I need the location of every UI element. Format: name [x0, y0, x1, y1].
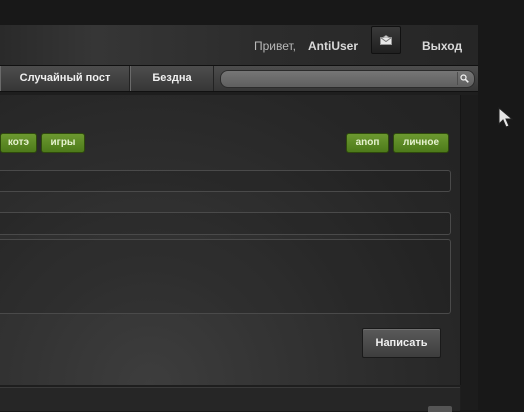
logout-link[interactable]: Выход [422, 39, 462, 53]
envelope-icon [380, 35, 392, 45]
tag-games[interactable]: игры [41, 133, 85, 153]
scrollbar-track[interactable] [461, 95, 478, 410]
search-icon [460, 74, 469, 83]
next-section [0, 387, 460, 412]
tag-personal[interactable]: личное [393, 133, 449, 153]
search-button[interactable] [457, 72, 471, 85]
mouse-cursor-icon [498, 107, 514, 128]
submit-post-button[interactable]: Написать [362, 328, 441, 358]
greeting-text: Привет, [254, 39, 297, 53]
nav-abyss[interactable]: Бездна [130, 66, 214, 91]
site-header: Привет, AntiUser [0, 25, 478, 66]
tag-apop[interactable]: аnоп [346, 133, 389, 153]
messages-button[interactable] [371, 26, 401, 54]
tag-kote[interactable]: котэ [0, 133, 37, 153]
post-title-input[interactable] [0, 170, 451, 192]
search-box [220, 70, 475, 88]
nav-random-post[interactable]: Случайный пост [0, 66, 130, 91]
post-body-textarea[interactable] [0, 239, 451, 314]
search-input[interactable] [227, 72, 452, 85]
username-link[interactable]: AntiUser [308, 39, 358, 53]
section-control[interactable] [428, 406, 452, 412]
post-tags-input[interactable] [0, 212, 451, 235]
